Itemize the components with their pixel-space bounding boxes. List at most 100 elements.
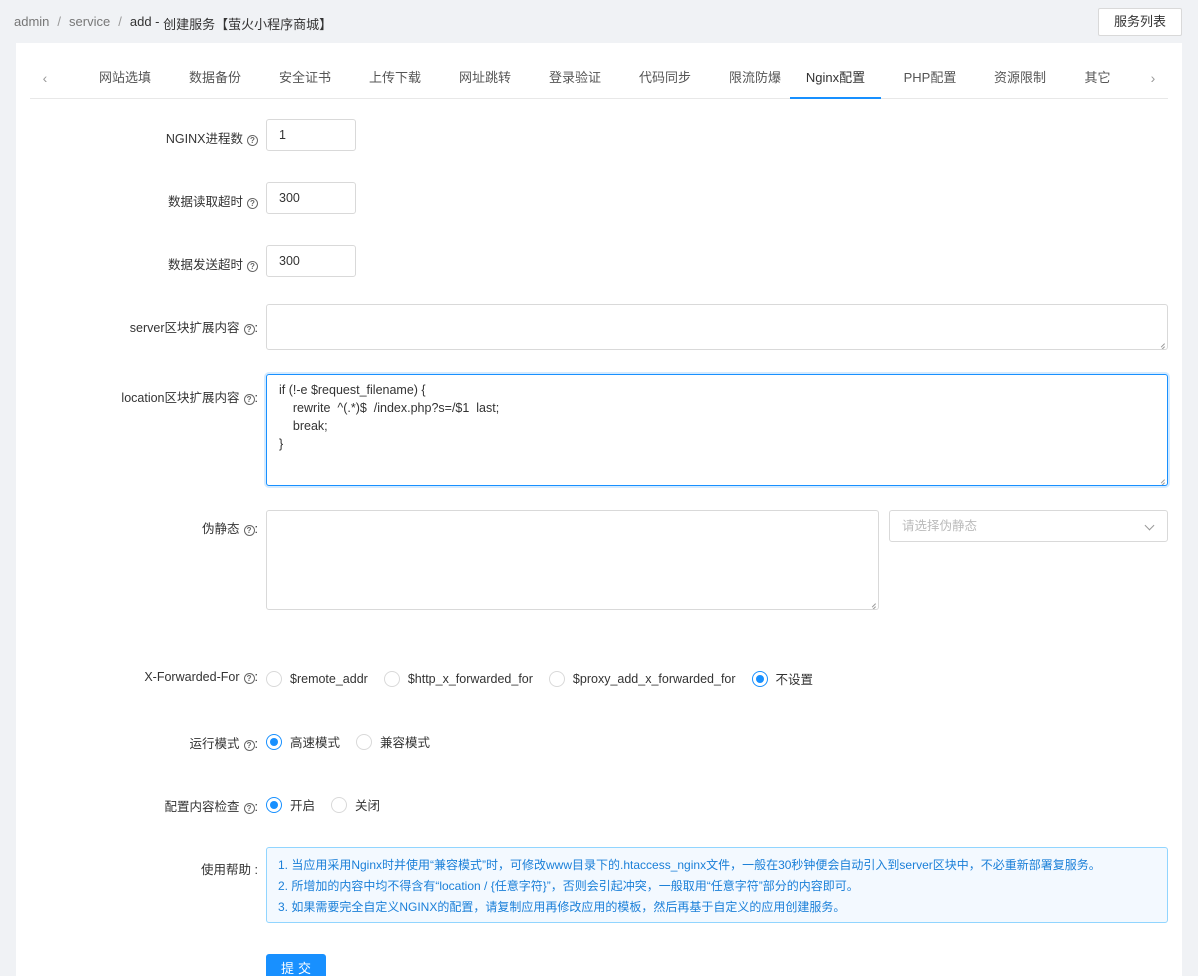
read-timeout-label-text: 数据读取超时	[167, 195, 243, 209]
help-question-icon[interactable]: ?	[247, 135, 258, 146]
help-question-icon[interactable]: ?	[243, 394, 255, 405]
label-colon: :	[254, 321, 258, 335]
label-colon: :	[254, 391, 258, 405]
location-ext-textarea[interactable]: if (!-e $request_filename) { rewrite ^(.…	[266, 374, 1168, 486]
radio-label: $remote_addr	[290, 671, 368, 686]
radio-circle[interactable]	[331, 796, 348, 813]
breadcrumb-service[interactable]: service	[69, 14, 110, 33]
help-line: 2. 所增加的内容中均不得含有“location / {任意字符}”，否则会引起…	[278, 879, 859, 893]
server-ext-label-text: server区块扩展内容	[129, 321, 240, 335]
worker-processes-label: NGINX进程数?	[166, 128, 258, 147]
config-check-radio-group: 开启 关闭	[266, 795, 396, 814]
rewrite-select-placeholder: 请选择伪静态	[902, 519, 978, 533]
config-check-label-text: 配置内容检查	[164, 800, 240, 814]
help-question-icon[interactable]: ?	[243, 324, 255, 335]
xff-radio-group: $remote_addr $http_x_forwarded_for $prox…	[266, 669, 829, 688]
help-label: 使用帮助 :	[201, 859, 258, 878]
rewrite-label: 伪静态?:	[202, 518, 258, 537]
help-question-icon[interactable]: ?	[243, 525, 255, 536]
rewrite-textarea[interactable]	[266, 510, 879, 610]
tab-php[interactable]: PHP配置	[885, 57, 975, 99]
read-timeout-label: 数据读取超时?	[168, 191, 258, 210]
rewrite-select[interactable]: 请选择伪静态	[889, 510, 1168, 542]
read-timeout-input[interactable]: 300	[266, 182, 356, 214]
label-colon: :	[251, 863, 258, 877]
radio-label: $http_x_forwarded_for	[407, 671, 533, 686]
breadcrumb: admin / service / add - 创建服务【萤火小程序商城】	[14, 14, 332, 33]
xff-option-http-xff[interactable]: $http_x_forwarded_for	[383, 670, 533, 687]
radio-circle-checked[interactable]	[751, 670, 768, 687]
help-question-icon[interactable]: ?	[247, 198, 258, 209]
radio-circle[interactable]	[548, 670, 565, 687]
xff-label-text: X-Forwarded-For	[144, 670, 240, 684]
help-question-icon[interactable]: ?	[243, 673, 255, 684]
send-timeout-label-text: 数据发送超时	[167, 258, 243, 272]
page-title: 创建服务【萤火小程序商城】	[163, 17, 333, 32]
tab-auth[interactable]: 登录验证	[530, 57, 620, 99]
breadcrumb-dash: -	[151, 14, 164, 29]
xff-option-not-set[interactable]: 不设置	[751, 669, 814, 688]
top-bar: admin / service / add - 创建服务【萤火小程序商城】 服务…	[0, 0, 1198, 43]
submit-button[interactable]: 提交	[266, 954, 326, 976]
help-line: 1. 当应用采用Nginx时并使用“兼容模式”时，可修改www目录下的.htac…	[278, 858, 1101, 872]
resize-grip-icon[interactable]	[1157, 339, 1165, 347]
resize-grip-icon[interactable]	[868, 599, 876, 607]
tab-ssl[interactable]: 安全证书	[260, 57, 350, 99]
location-ext-label-text: location区块扩展内容	[121, 391, 240, 405]
tab-backup[interactable]: 数据备份	[170, 57, 260, 99]
tab-scroll-right-icon[interactable]: ›	[1138, 57, 1168, 99]
tab-code-sync[interactable]: 代码同步	[620, 57, 710, 99]
run-mode-label: 运行模式?:	[189, 733, 258, 752]
xff-option-proxy-add-xff[interactable]: $proxy_add_x_forwarded_for	[548, 670, 736, 687]
tab-resource-limit[interactable]: 资源限制	[975, 57, 1065, 99]
send-timeout-input[interactable]: 300	[266, 245, 356, 277]
help-question-icon[interactable]: ?	[243, 803, 255, 814]
breadcrumb-separator: /	[57, 14, 62, 29]
radio-label: $proxy_add_x_forwarded_for	[572, 671, 736, 686]
help-question-icon[interactable]: ?	[247, 261, 258, 272]
main-panel: ‹ 网站选填 数据备份 安全证书 上传下载 网址跳转 登录验证 代码同步 限流防…	[16, 43, 1182, 976]
radio-label: 高速模式	[290, 736, 341, 750]
radio-circle-checked[interactable]	[266, 796, 282, 813]
service-list-button[interactable]: 服务列表	[1097, 8, 1182, 36]
run-mode-label-text: 运行模式	[189, 737, 240, 751]
tab-rate-limit[interactable]: 限流防爆	[710, 57, 800, 99]
label-colon: :	[254, 670, 258, 684]
radio-label: 关闭	[355, 799, 381, 813]
label-colon: :	[254, 522, 258, 536]
radio-label: 不设置	[775, 673, 814, 687]
server-ext-textarea[interactable]	[266, 304, 1168, 350]
radio-circle-checked[interactable]	[266, 733, 282, 750]
run-mode-compat[interactable]: 兼容模式	[356, 732, 430, 751]
xff-label: X-Forwarded-For?:	[144, 670, 258, 684]
label-colon: :	[254, 737, 258, 751]
worker-processes-input[interactable]: 1	[266, 119, 356, 151]
xff-option-remote-addr[interactable]: $remote_addr	[266, 670, 368, 687]
radio-circle[interactable]	[383, 670, 400, 687]
config-check-label: 配置内容检查?:	[164, 796, 258, 815]
radio-circle[interactable]	[266, 670, 282, 687]
config-check-off[interactable]: 关闭	[331, 795, 380, 814]
label-colon: :	[254, 800, 258, 814]
tab-site-options[interactable]: 网站选填	[80, 57, 170, 99]
tab-other[interactable]: 其它	[1060, 57, 1135, 99]
tab-scroll-left-icon[interactable]: ‹	[30, 57, 60, 99]
run-mode-fast[interactable]: 高速模式	[266, 732, 340, 751]
help-line: 3. 如果需要完全自定义NGINX的配置，请复制应用再修改应用的模板，然后再基于…	[278, 900, 846, 914]
worker-processes-label-text: NGINX进程数	[165, 132, 243, 146]
tab-redirect[interactable]: 网址跳转	[440, 57, 530, 99]
help-label-text: 使用帮助	[201, 863, 252, 877]
run-mode-radio-group: 高速模式 兼容模式	[266, 732, 446, 751]
tab-nginx[interactable]: Nginx配置	[790, 57, 881, 99]
config-check-on[interactable]: 开启	[266, 795, 315, 814]
location-ext-label: location区块扩展内容?:	[121, 387, 258, 406]
help-question-icon[interactable]: ?	[243, 740, 255, 751]
help-box: 1. 当应用采用Nginx时并使用“兼容模式”时，可修改www目录下的.htac…	[266, 847, 1168, 923]
breadcrumb-admin[interactable]: admin	[14, 14, 49, 33]
send-timeout-label: 数据发送超时?	[168, 254, 258, 273]
resize-grip-icon[interactable]	[1157, 475, 1165, 483]
tab-upload-download[interactable]: 上传下载	[350, 57, 440, 99]
breadcrumb-add: add	[129, 14, 152, 29]
radio-circle[interactable]	[356, 733, 373, 750]
server-ext-label: server区块扩展内容?:	[130, 317, 258, 336]
